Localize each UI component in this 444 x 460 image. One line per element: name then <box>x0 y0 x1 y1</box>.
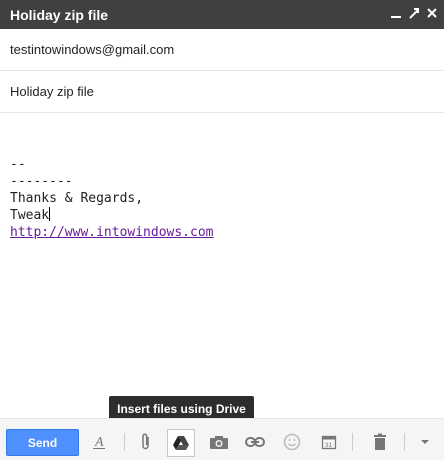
more-options-button[interactable] <box>414 431 436 453</box>
subject-field[interactable]: Holiday zip file <box>0 71 444 113</box>
send-button[interactable]: Send <box>6 429 79 456</box>
attach-icon <box>142 433 149 450</box>
link-icon <box>245 437 265 447</box>
to-value: testintowindows@gmail.com <box>10 42 175 57</box>
text-cursor <box>49 207 51 221</box>
svg-text:31: 31 <box>325 442 333 449</box>
trash-icon <box>374 433 386 450</box>
emoji-icon <box>283 433 301 451</box>
body-link-wrapper: http://www.intowindows.com <box>10 224 430 241</box>
body-line-name: Tweak <box>10 208 50 223</box>
toolbar-separator <box>404 433 405 451</box>
window-controls <box>390 6 438 20</box>
svg-text:A: A <box>94 435 104 450</box>
text-format-icon: A <box>93 435 105 450</box>
drive-button[interactable] <box>167 429 195 457</box>
calendar-button[interactable]: 31 <box>318 431 340 453</box>
website-link[interactable]: http://www.intowindows.com <box>10 225 214 240</box>
calendar-icon: 31 <box>321 435 337 450</box>
body-line-name-wrapper: Tweak <box>10 207 430 224</box>
toolbar-separator <box>124 433 125 451</box>
chevron-down-icon <box>421 440 429 444</box>
drive-icon <box>173 436 189 450</box>
body-line-separator: -------- <box>10 174 73 189</box>
compose-titlebar[interactable]: Holiday zip file <box>0 0 444 29</box>
popout-icon[interactable] <box>408 6 420 20</box>
compose-window: Holiday zip file testintowindows@gmail.c… <box>0 0 444 460</box>
insert-link-button[interactable] <box>244 431 266 453</box>
window-title: Holiday zip file <box>10 7 109 23</box>
minimize-icon[interactable] <box>390 6 402 20</box>
camera-button[interactable] <box>208 431 230 453</box>
camera-icon <box>210 436 228 449</box>
message-body[interactable]: -- -------- Thanks & Regards, Tweak http… <box>10 156 430 241</box>
compose-toolbar: Send A 31 <box>0 418 444 460</box>
to-field[interactable]: testintowindows@gmail.com <box>0 29 444 71</box>
emoji-button[interactable] <box>281 431 303 453</box>
attach-button[interactable] <box>135 431 157 453</box>
subject-value: Holiday zip file <box>10 84 94 99</box>
close-icon[interactable] <box>426 6 438 20</box>
discard-button[interactable] <box>369 431 391 453</box>
body-line-regards: Thanks & Regards, <box>10 191 144 206</box>
text-format-button[interactable]: A <box>88 431 110 453</box>
toolbar-separator <box>352 433 353 451</box>
body-line-dash: -- <box>10 157 26 172</box>
